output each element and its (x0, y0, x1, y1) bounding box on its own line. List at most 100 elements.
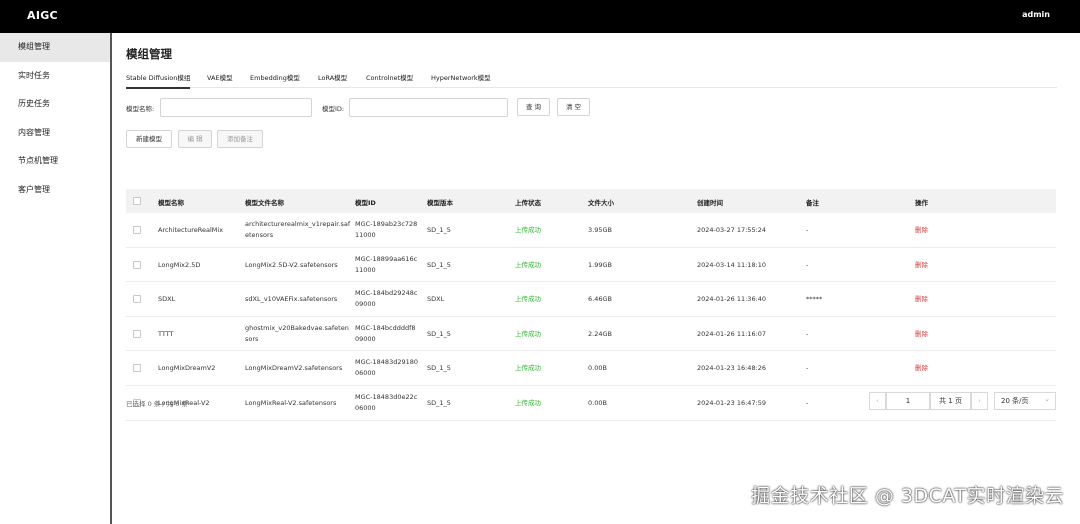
table-row: SDXL sdXL_v10VAEFix.safetensors MGC-184b… (126, 282, 1056, 317)
delete-link[interactable]: 删除 (915, 363, 928, 374)
header-note: 备注 (806, 199, 819, 207)
delete-link[interactable]: 删除 (915, 329, 928, 340)
cell-version: SD_1_5 (427, 329, 451, 338)
cell-file-name: LongMixReal-V2.safetensors (245, 399, 337, 407)
cell-model-name: LongMix2.5D (158, 260, 201, 269)
cell-model-id: MGC-18483d0e22c 06000 (355, 392, 417, 414)
edit-button[interactable]: 编 辑 (178, 130, 212, 148)
cell-model-name: LongMixDreamV2 (158, 364, 216, 373)
cell-created-time: 2024-01-26 11:36:40 (697, 295, 767, 304)
delete-link[interactable]: 删除 (915, 260, 928, 271)
chevron-left-icon: ‹ (876, 397, 879, 405)
cell-upload-status: 上传成功 (515, 364, 541, 373)
tab-hypernetwork[interactable]: HyperNetwork模型 (431, 72, 491, 82)
header-file-name: 模型文件名称 (245, 199, 284, 207)
selection-count: 已选择 0 条 / 共 6 条 (126, 400, 188, 408)
header-upload-status: 上传状态 (515, 199, 541, 207)
cell-note: - (806, 260, 809, 269)
cell-model-id-line1: MGC-18899aa616c (355, 254, 418, 263)
model-tabs: Stable Diffusion模组 VAE模型 Embedding模型 LoR… (126, 70, 1057, 89)
new-model-button[interactable]: 新建模型 (126, 130, 172, 148)
cell-model-id-line2: 09000 (355, 334, 376, 343)
cell-model-id: MGC-18899aa616c 11000 (355, 254, 417, 276)
sidebar-item-history-tasks[interactable]: 历史任务 (0, 90, 110, 119)
model-id-input[interactable] (349, 98, 508, 117)
row-checkbox[interactable] (133, 364, 141, 373)
delete-link[interactable]: 删除 (915, 294, 928, 305)
model-id-label: 模型ID: (322, 105, 345, 113)
tab-embedding[interactable]: Embedding模型 (250, 72, 300, 82)
cell-version: SD_1_5 (427, 260, 451, 269)
cell-file-size: 2.24GB (588, 329, 612, 338)
tab-vae[interactable]: VAE模型 (207, 72, 233, 82)
query-button[interactable]: 查 询 (517, 98, 550, 116)
tab-stable-diffusion[interactable]: Stable Diffusion模组 (126, 72, 191, 89)
cell-model-id: MGC-184bd29248c 09000 (355, 288, 417, 310)
cell-model-id: MGC-189ab23c728 11000 (355, 219, 417, 241)
cell-version: SDXL (427, 295, 445, 304)
chevron-down-icon: ⌄ (1044, 395, 1050, 403)
model-name-input[interactable] (160, 98, 312, 117)
cell-file-name: ghostmix_v20Bakedvae.safeten sors (245, 323, 349, 345)
cell-model-id-line2: 11000 (355, 265, 376, 274)
cell-upload-status: 上传成功 (515, 260, 541, 269)
header-file-size: 文件大小 (588, 199, 614, 207)
header-actions: 操作 (915, 199, 928, 207)
cell-model-id-line1: MGC-184bcddddf8 (355, 323, 416, 332)
watermark: 掘金技术社区 @ 3DCAT实时渲染云 (751, 485, 1064, 507)
sidebar-item-realtime-tasks[interactable]: 实时任务 (0, 62, 110, 91)
clear-button[interactable]: 清 空 (557, 98, 590, 116)
sidebar: 模组管理 实时任务 历史任务 内容管理 节点机管理 客户管理 (0, 33, 112, 524)
cell-note: - (806, 364, 809, 373)
row-checkbox[interactable] (133, 329, 141, 338)
row-checkbox[interactable] (133, 260, 141, 269)
prev-page-button[interactable]: ‹ (869, 392, 886, 410)
user-menu[interactable]: admin (1022, 10, 1050, 19)
table-row: ArchitectureRealMix architecturerealmix_… (126, 213, 1056, 248)
page-size-value: 20 条/页 (1001, 397, 1029, 405)
tab-controlnet[interactable]: Controlnet模型 (366, 72, 413, 82)
cell-model-id-line1: MGC-189ab23c728 (355, 220, 418, 228)
cell-model-name: TTTT (158, 329, 174, 338)
table-row: LongMixDreamV2 LongMixDreamV2.safetensor… (126, 351, 1056, 386)
page-size-select[interactable]: 20 条/页 ⌄ (994, 392, 1056, 410)
cell-model-id-line2: 09000 (355, 300, 376, 309)
cell-file-name: sdXL_v10VAEFix.safetensors (245, 295, 338, 304)
sidebar-item-nodes[interactable]: 节点机管理 (0, 147, 110, 176)
table-header: 模型名称 模型文件名称 模型ID 模型版本 上传状态 文件大小 创建时间 备注 … (126, 189, 1056, 213)
cell-model-name: SDXL (158, 295, 176, 304)
cell-file-name-line1: architecturerealmix_v1repair.saf (245, 220, 351, 228)
cell-file-size: 0.00B (588, 364, 607, 373)
header-model-id: 模型ID (355, 199, 376, 207)
table-row: TTTT ghostmix_v20Bakedvae.safeten sors MG… (126, 317, 1056, 352)
page-number-input[interactable] (886, 392, 930, 410)
app-logo: AIGC (27, 9, 58, 22)
cell-note: - (806, 226, 809, 234)
cell-file-name: LongMixDreamV2.safetensors (245, 364, 343, 373)
cell-created-time: 2024-01-23 16:47:59 (697, 399, 767, 407)
cell-model-id-line1: MGC-184bd29248c (355, 289, 418, 298)
tab-lora[interactable]: LoRA模型 (318, 72, 347, 82)
cell-model-id-line2: 06000 (355, 404, 376, 412)
header-version: 模型版本 (427, 199, 453, 207)
sidebar-item-models[interactable]: 模组管理 (0, 33, 110, 62)
cell-file-size: 1.99GB (588, 260, 612, 269)
row-checkbox[interactable] (133, 226, 141, 234)
cell-file-size: 3.95GB (588, 226, 612, 234)
cell-model-id-line2: 11000 (355, 231, 376, 239)
model-name-label: 模型名称: (126, 105, 155, 113)
row-checkbox[interactable] (133, 295, 141, 304)
cell-version: SD_1_5 (427, 226, 451, 234)
cell-version: SD_1_5 (427, 364, 451, 373)
cell-model-id-line1: MGC-18483d29180 (355, 358, 419, 367)
select-all-checkbox[interactable] (133, 197, 141, 205)
sidebar-item-content[interactable]: 内容管理 (0, 119, 110, 148)
next-page-button[interactable]: › (971, 392, 988, 410)
cell-created-time: 2024-03-27 17:55:24 (697, 226, 767, 234)
cell-created-time: 2024-03-14 11:18:10 (697, 260, 767, 269)
add-note-button[interactable]: 添加备注 (217, 130, 263, 148)
top-bar: AIGC admin (0, 0, 1080, 33)
delete-link[interactable]: 删除 (915, 225, 928, 236)
sidebar-item-customers[interactable]: 客户管理 (0, 176, 110, 205)
total-pages: 共 1 页 (930, 392, 971, 410)
